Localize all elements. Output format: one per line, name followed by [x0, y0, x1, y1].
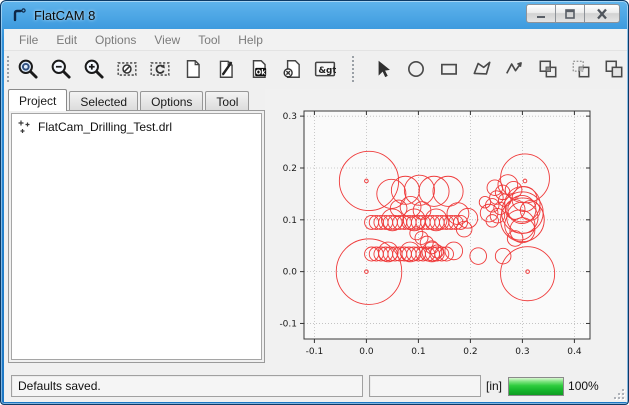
units-label: [in] [486, 379, 502, 393]
plot-canvas[interactable]: -0.1 0.0 0.1 0.2 0.3 0.4 -0.1 0.0 0.1 0.2 0.3 [265, 89, 625, 370]
zoom-out-icon [50, 58, 72, 80]
tree-item-drill-file[interactable]: FlatCam_Drilling_Test.drl [16, 117, 257, 137]
polygon-union-button[interactable] [535, 56, 561, 82]
new-document-icon [182, 58, 204, 80]
clear-plot-icon [116, 58, 138, 80]
edit-geometry-button[interactable] [213, 56, 239, 82]
draw-polyline-button[interactable] [502, 56, 528, 82]
delete-document-icon [281, 58, 303, 80]
resize-grip[interactable] [614, 389, 624, 399]
shell-icon-label: &gt;_ [318, 66, 336, 76]
shell-terminal-icon: &gt;_ [314, 58, 336, 80]
tree-item-label: FlatCam_Drilling_Test.drl [38, 120, 172, 134]
plot-toolbar-group: Ok &gt;_ [15, 56, 338, 82]
flatcam-logo-icon [11, 7, 27, 23]
title-bar[interactable]: FlatCAM 8 [1, 1, 628, 29]
progress-percent-label: 100% [568, 379, 599, 393]
app-window: FlatCAM 8 File Edit Options View Tool He… [0, 0, 629, 405]
circle-tool-icon [405, 58, 427, 80]
project-tree: FlatCam_Drilling_Test.drl [11, 113, 262, 360]
select-button[interactable] [370, 56, 396, 82]
menu-bar: File Edit Options View Tool Help [4, 29, 627, 51]
svg-text:-0.1: -0.1 [279, 319, 297, 329]
polygon-subtract-icon [603, 58, 625, 80]
project-panel-frame: FlatCam_Drilling_Test.drl [8, 110, 265, 363]
minimize-icon [534, 8, 548, 20]
drill-points-icon [17, 119, 33, 135]
rectangle-tool-icon [438, 58, 460, 80]
minimize-button[interactable] [526, 4, 556, 23]
menu-edit[interactable]: Edit [47, 30, 86, 50]
draw-circle-button[interactable] [403, 56, 429, 82]
menu-options[interactable]: Options [86, 30, 145, 50]
svg-text:0.0: 0.0 [283, 268, 298, 278]
menu-help[interactable]: Help [229, 30, 272, 50]
status-secondary-box [369, 375, 481, 397]
maximize-icon [563, 8, 577, 20]
panel-tabs: Project Selected Options Tool [8, 89, 251, 110]
select-pointer-icon [372, 58, 394, 80]
menu-file[interactable]: File [10, 30, 47, 50]
close-icon [595, 8, 609, 20]
menu-tool[interactable]: Tool [189, 30, 229, 50]
maximize-button[interactable] [555, 4, 585, 23]
polygon-subtract-button[interactable] [601, 56, 627, 82]
zoom-fit-icon [17, 58, 39, 80]
progress-fill [509, 378, 563, 395]
drill-plot[interactable]: -0.1 0.0 0.1 0.2 0.3 0.4 -0.1 0.0 0.1 0.2 0.3 [265, 89, 623, 367]
svg-text:0.0: 0.0 [359, 347, 374, 357]
replot-icon [149, 58, 171, 80]
toolbar-drag-handle-2[interactable] [352, 56, 357, 82]
svg-text:-0.1: -0.1 [306, 347, 324, 357]
update-geometry-ok-button[interactable]: Ok [246, 56, 272, 82]
polygon-union-icon [537, 58, 559, 80]
zoom-in-icon [83, 58, 105, 80]
polyline-tool-icon [504, 58, 526, 80]
clear-plot-button[interactable] [114, 56, 140, 82]
toolbar-drag-handle[interactable] [7, 56, 9, 82]
ok-document-icon: Ok [248, 58, 270, 80]
draw-polygon-button[interactable] [469, 56, 495, 82]
ok-icon-label: Ok [256, 68, 267, 76]
zoom-out-button[interactable] [48, 56, 74, 82]
svg-text:0.3: 0.3 [515, 347, 529, 357]
tab-options[interactable]: Options [140, 91, 203, 110]
svg-text:0.1: 0.1 [283, 216, 297, 226]
zoom-fit-button[interactable] [15, 56, 41, 82]
svg-text:0.3: 0.3 [283, 112, 297, 122]
close-button[interactable] [584, 4, 620, 23]
tab-tool[interactable]: Tool [205, 91, 249, 110]
progress-bar [508, 377, 564, 396]
draw-rectangle-button[interactable] [436, 56, 462, 82]
svg-text:0.4: 0.4 [567, 347, 582, 357]
delete-object-button[interactable] [279, 56, 305, 82]
new-geometry-button[interactable] [180, 56, 206, 82]
status-message: Defaults saved. [18, 379, 101, 393]
polygon-intersection-button[interactable] [568, 56, 594, 82]
svg-text:0.2: 0.2 [283, 164, 297, 174]
polygon-tool-icon [471, 58, 493, 80]
status-message-box: Defaults saved. [11, 375, 363, 397]
edit-document-icon [215, 58, 237, 80]
zoom-in-button[interactable] [81, 56, 107, 82]
svg-text:0.1: 0.1 [411, 347, 425, 357]
tab-selected[interactable]: Selected [69, 91, 138, 110]
polygon-intersection-icon [570, 58, 592, 80]
draw-toolbar-group [352, 56, 627, 82]
client-area: File Edit Options View Tool Help [4, 29, 627, 402]
shell-button[interactable]: &gt;_ [312, 56, 338, 82]
toolbar: Ok &gt;_ [4, 51, 627, 87]
replot-button[interactable] [147, 56, 173, 82]
menu-view[interactable]: View [145, 30, 189, 50]
tab-project[interactable]: Project [8, 89, 67, 111]
window-title: FlatCAM 8 [34, 8, 95, 23]
svg-text:0.2: 0.2 [463, 347, 477, 357]
status-bar: Defaults saved. [in] 100% [4, 370, 627, 402]
